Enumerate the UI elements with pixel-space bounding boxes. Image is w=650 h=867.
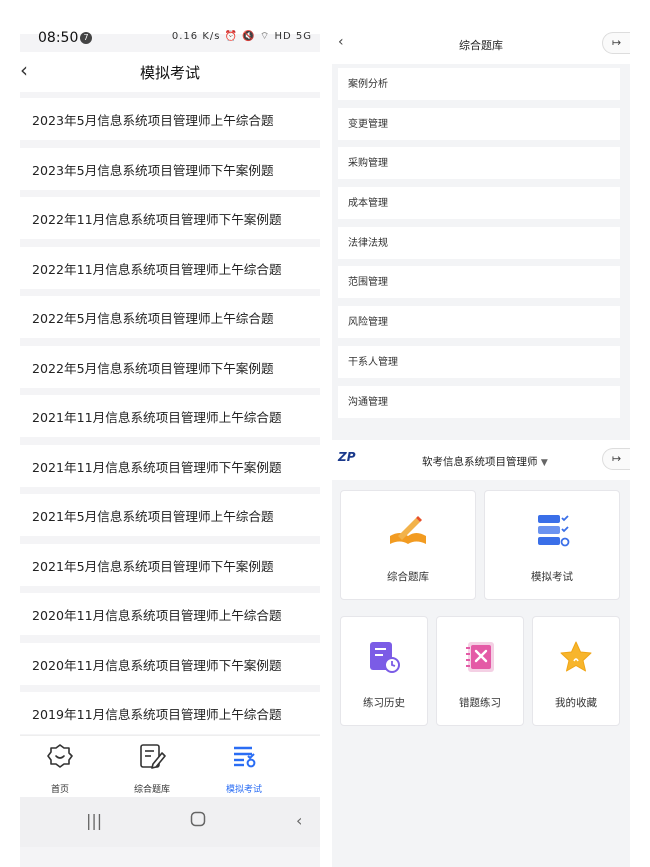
- page-header: ‹ 模拟考试: [20, 52, 320, 92]
- category-list: 案例分析 变更管理 采购管理 成本管理 法律法规 范围管理 风险管理 干系人管理…: [338, 68, 620, 425]
- list-item[interactable]: 风险管理: [338, 306, 620, 339]
- subject-label: 软考信息系统项目管理师: [422, 456, 538, 468]
- caret-down-icon: ▼: [540, 458, 548, 468]
- bottom-tab-bar: 首页 综合题库 模拟考试: [20, 735, 320, 797]
- card-label: 模拟考试: [531, 571, 573, 583]
- list-item[interactable]: 法律法规: [338, 226, 620, 259]
- list-item[interactable]: 2022年5月信息系统项目管理师上午综合题: [20, 296, 320, 338]
- list-item[interactable]: 2022年11月信息系统项目管理师上午综合题: [20, 246, 320, 289]
- home-screen: ZP 软考信息系统项目管理师 ▼ ↦ 综合题库 模拟考试 练习历史 错题练习 我…: [332, 426, 630, 867]
- exam-list: 2023年5月信息系统项目管理师上午综合题 2023年5月信息系统项目管理师下午…: [20, 98, 320, 742]
- system-nav-bar: ||| ‹: [20, 797, 320, 847]
- page-title: 模拟考试: [139, 64, 200, 82]
- card-label: 错题练习: [459, 697, 501, 709]
- status-bar: [20, 0, 320, 34]
- app-logo: ZP: [338, 450, 356, 464]
- card-label: 综合题库: [387, 571, 429, 583]
- list-item[interactable]: 变更管理: [338, 107, 620, 140]
- home-button-icon[interactable]: [190, 811, 206, 831]
- list-item[interactable]: 沟通管理: [338, 385, 620, 418]
- page-title: 综合题库: [459, 39, 503, 52]
- list-item[interactable]: 2019年11月信息系统项目管理师上午综合题: [20, 692, 320, 734]
- list-item[interactable]: 成本管理: [338, 187, 620, 220]
- list-item[interactable]: 2020年11月信息系统项目管理师上午综合题: [20, 593, 320, 635]
- notification-badge: 7: [80, 32, 92, 44]
- card-question-bank[interactable]: 综合题库: [340, 490, 476, 600]
- tab-mock-exam[interactable]: 模拟考试: [204, 742, 284, 795]
- list-item[interactable]: 2021年5月信息系统项目管理师下午案例题: [20, 543, 320, 586]
- list-item[interactable]: 2023年5月信息系统项目管理师下午案例题: [20, 147, 320, 190]
- exit-icon[interactable]: ↦: [602, 32, 630, 54]
- exam-list-icon: [204, 742, 284, 770]
- card-wrong-questions[interactable]: 错题练习: [436, 616, 524, 726]
- tab-label: 首页: [50, 785, 69, 795]
- page-header: ‹ 综合题库 ↦: [332, 22, 630, 64]
- list-item[interactable]: 采购管理: [338, 147, 620, 180]
- wrong-book-icon: [437, 637, 523, 677]
- list-item[interactable]: 2021年5月信息系统项目管理师上午综合题: [20, 494, 320, 536]
- list-item[interactable]: 2022年5月信息系统项目管理师下午案例题: [20, 345, 320, 388]
- card-favorites[interactable]: 我的收藏: [532, 616, 620, 726]
- status-icons: 0.16 K/s ⏰ 🔇 ⌔ HD 5G: [171, 31, 312, 42]
- exit-icon[interactable]: ↦: [602, 448, 630, 470]
- status-bar: [332, 0, 630, 22]
- tab-label: 模拟考试: [225, 785, 262, 795]
- subject-selector[interactable]: 软考信息系统项目管理师 ▼: [422, 454, 548, 469]
- home-icon: [20, 742, 100, 770]
- card-label: 练习历史: [363, 697, 405, 709]
- book-pen-icon: [341, 511, 475, 551]
- status-time: 08:50: [38, 30, 79, 46]
- list-item[interactable]: 干系人管理: [338, 345, 620, 378]
- card-practice-history[interactable]: 练习历史: [340, 616, 428, 726]
- recent-apps-icon[interactable]: |||: [86, 811, 102, 830]
- tab-home[interactable]: 首页: [20, 742, 100, 795]
- home-header: ZP 软考信息系统项目管理师 ▼ ↦: [332, 440, 630, 480]
- card-label: 我的收藏: [555, 697, 597, 709]
- card-mock-exam[interactable]: 模拟考试: [484, 490, 620, 600]
- list-item[interactable]: 2021年11月信息系统项目管理师下午案例题: [20, 444, 320, 487]
- logo-text: ZP: [338, 450, 356, 464]
- list-item[interactable]: 2021年11月信息系统项目管理师上午综合题: [20, 395, 320, 437]
- right-screen: ‹ 综合题库 ↦ 案例分析 变更管理 采购管理 成本管理 法律法规 范围管理 风…: [332, 0, 630, 867]
- list-item[interactable]: 范围管理: [338, 266, 620, 299]
- tab-label: 综合题库: [133, 785, 170, 795]
- edit-icon: [112, 742, 192, 770]
- list-item[interactable]: 案例分析: [338, 68, 620, 100]
- tab-question-bank[interactable]: 综合题库: [112, 742, 192, 795]
- list-item[interactable]: 2023年5月信息系统项目管理师上午综合题: [20, 98, 320, 140]
- nav-back-icon[interactable]: ‹: [296, 811, 302, 830]
- list-item[interactable]: 2022年11月信息系统项目管理师下午案例题: [20, 197, 320, 239]
- checklist-icon: [485, 511, 619, 551]
- history-icon: [341, 637, 427, 677]
- list-item[interactable]: 2020年11月信息系统项目管理师下午案例题: [20, 642, 320, 685]
- left-screen: 08:50 7 0.16 K/s ⏰ 🔇 ⌔ HD 5G ‹ 模拟考试 2023…: [20, 0, 320, 867]
- star-icon: [533, 637, 619, 677]
